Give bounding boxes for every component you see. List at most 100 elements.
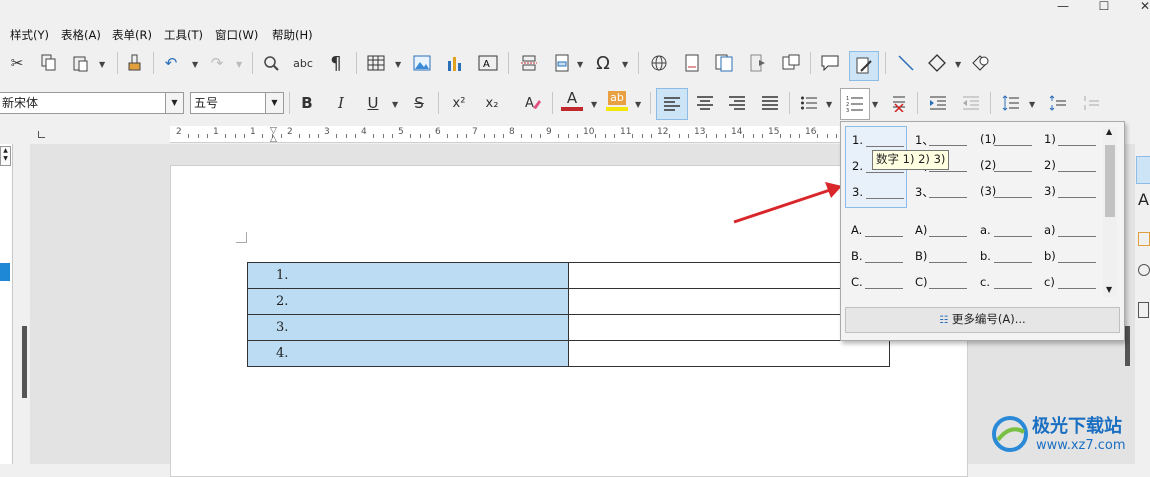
insert-line-icon[interactable] (895, 52, 917, 74)
menu-window[interactable]: 窗口(W) (215, 27, 258, 43)
bullet-list-dropdown-icon[interactable]: ▼ (826, 100, 832, 109)
chevron-down-icon[interactable]: ▼ (165, 93, 183, 113)
superscript-button[interactable]: x² (448, 92, 470, 114)
undo-icon[interactable]: ↶ (160, 52, 182, 74)
redo-icon[interactable]: ↷ (206, 52, 228, 74)
increase-indent-button[interactable] (927, 92, 949, 114)
menu-styles[interactable]: 样式(Y) (10, 27, 49, 43)
font-size-box[interactable]: 五号 ▼ (190, 92, 284, 114)
justify-button[interactable] (759, 92, 781, 114)
decrease-paragraph-spacing-button[interactable] (1080, 92, 1102, 114)
align-center-button[interactable] (694, 92, 716, 114)
numbering-style-option[interactable]: a) b) c) (1038, 217, 1100, 299)
endnote-icon[interactable] (714, 52, 736, 74)
numbering-style-option[interactable]: A. B. C. (845, 217, 907, 299)
numbering-style-option[interactable]: a. b. c. (974, 217, 1036, 299)
spinner-icon[interactable]: ▲ ▼ (0, 146, 11, 166)
underline-button[interactable]: U (362, 92, 384, 114)
italic-button[interactable]: I (330, 92, 352, 114)
menu-help[interactable]: 帮助(H) (272, 27, 313, 43)
numbered-list-dropdown-icon[interactable]: ▼ (872, 100, 878, 109)
highlight-button[interactable]: ab (606, 90, 628, 112)
menu-form[interactable]: 表单(R) (112, 27, 152, 43)
paragraph-spacing-button[interactable] (1047, 92, 1069, 114)
redo-dropdown-icon[interactable]: ▼ (236, 60, 242, 69)
footnote-icon[interactable] (681, 52, 703, 74)
special-character-dropdown-icon[interactable]: ▼ (622, 60, 628, 69)
left-panel-handle[interactable] (22, 326, 27, 398)
font-color-dropdown-icon[interactable]: ▼ (591, 100, 597, 109)
insert-table-icon[interactable] (365, 52, 387, 74)
document-table[interactable]: 1. 2. 3. 4. (247, 262, 890, 367)
cross-reference-icon[interactable] (747, 52, 769, 74)
line-spacing-dropdown-icon[interactable]: ▼ (1029, 100, 1035, 109)
shapes-dropdown-icon[interactable]: ▼ (955, 60, 961, 69)
cut-icon[interactable]: ✂ (6, 52, 28, 74)
strikethrough-button[interactable]: S (408, 92, 430, 114)
draw-functions-icon[interactable] (970, 52, 992, 74)
page-icon[interactable] (1138, 302, 1149, 318)
numbered-list-button[interactable]: 123 (840, 88, 870, 120)
hyperlink-icon[interactable] (648, 52, 670, 74)
bold-button[interactable]: B (296, 92, 318, 114)
font-color-button[interactable]: A (561, 90, 583, 112)
menu-tools[interactable]: 工具(T) (164, 27, 203, 43)
font-name-box[interactable]: 新宋体 ▼ (0, 92, 184, 114)
sidebar-handle[interactable] (1125, 326, 1130, 366)
navigator-icon[interactable] (1138, 264, 1150, 276)
table-cell[interactable]: 1. (247, 262, 569, 289)
minimize-button[interactable]: — (1048, 0, 1078, 14)
more-numbering-button[interactable]: ☷ 更多编号(A)... (845, 307, 1120, 333)
paste-dropdown-icon[interactable]: ▼ (99, 60, 105, 69)
table-dropdown-icon[interactable]: ▼ (395, 60, 401, 69)
line-spacing-button[interactable] (1000, 92, 1022, 114)
chevron-down-icon[interactable]: ▼ (265, 93, 283, 113)
find-replace-icon[interactable] (260, 52, 282, 74)
align-right-button[interactable] (726, 92, 748, 114)
table-row[interactable]: 3. (247, 314, 890, 341)
bookmark-icon[interactable] (780, 52, 802, 74)
table-row[interactable]: 2. (247, 288, 890, 315)
numbering-style-option[interactable]: (1) (2) (3) (974, 126, 1036, 208)
bullet-list-button[interactable] (798, 92, 820, 114)
subscript-button[interactable]: x₂ (481, 92, 503, 114)
special-character-icon[interactable]: Ω (592, 52, 614, 74)
table-row[interactable]: 1. (247, 262, 890, 289)
underline-dropdown-icon[interactable]: ▼ (392, 100, 398, 109)
indent-marker-icon[interactable]: △ (270, 134, 277, 144)
table-cell[interactable]: 3. (247, 314, 569, 341)
table-cell[interactable]: 4. (247, 340, 569, 367)
insert-chart-icon[interactable] (444, 52, 466, 74)
maximize-button[interactable]: ☐ (1089, 0, 1119, 14)
table-row[interactable]: 4. (247, 340, 890, 367)
spelling-icon[interactable]: abc (292, 52, 314, 74)
scroll-up-icon[interactable]: ▲ (1106, 127, 1112, 136)
formatting-marks-icon[interactable]: ¶ (325, 52, 347, 74)
styles-icon[interactable]: A (1138, 190, 1149, 209)
numbering-style-option[interactable]: A) B) C) (909, 217, 971, 299)
gallery-icon[interactable] (1138, 232, 1150, 246)
decrease-indent-button[interactable] (960, 92, 982, 114)
paste-icon[interactable] (70, 52, 92, 74)
scrollbar-thumb[interactable] (1105, 145, 1115, 217)
table-cell[interactable]: 2. (247, 288, 569, 315)
page-break-icon[interactable] (518, 52, 540, 74)
align-left-button[interactable] (656, 88, 688, 120)
track-changes-icon[interactable] (849, 51, 879, 81)
table-cell[interactable] (568, 340, 890, 367)
properties-icon[interactable] (1136, 156, 1150, 184)
scroll-down-icon[interactable]: ▼ (1106, 285, 1112, 294)
comment-icon[interactable] (819, 52, 841, 74)
close-button[interactable]: ✕ (1130, 0, 1150, 14)
popup-scrollbar[interactable]: ▲ ▼ (1103, 127, 1117, 297)
undo-dropdown-icon[interactable]: ▼ (192, 60, 198, 69)
no-list-button[interactable] (886, 92, 908, 114)
insert-image-icon[interactable] (411, 52, 433, 74)
clear-formatting-icon[interactable]: A (522, 92, 544, 114)
highlight-dropdown-icon[interactable]: ▼ (635, 100, 641, 109)
field-dropdown-icon[interactable]: ▼ (577, 60, 583, 69)
clone-formatting-icon[interactable] (124, 52, 146, 74)
numbering-style-option[interactable]: 1) 2) 3) (1038, 126, 1100, 208)
menu-table[interactable]: 表格(A) (61, 27, 101, 43)
insert-textbox-icon[interactable]: A (477, 52, 499, 74)
